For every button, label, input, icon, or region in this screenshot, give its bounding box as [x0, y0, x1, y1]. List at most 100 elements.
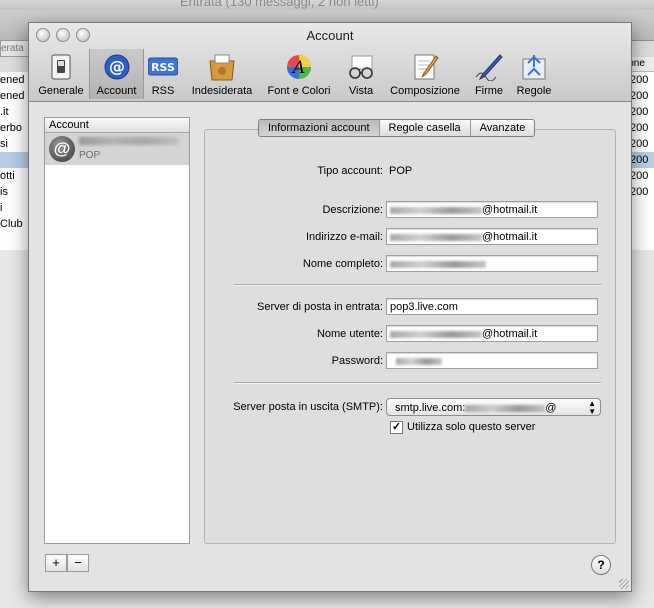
list-item[interactable]: 200 [630, 72, 654, 88]
toolbar-item-generale[interactable]: Generale [34, 49, 88, 99]
toolbar-label: Font e Colori [267, 85, 331, 97]
smtp-value: smtp.live.com: [395, 402, 466, 414]
junk-mail-icon [209, 54, 235, 81]
email-field[interactable]: @hotmail.it [386, 228, 598, 245]
tab-bar: Informazioni account Regole casella Avan… [258, 119, 536, 137]
rules-icon [522, 55, 546, 80]
redacted-text [390, 330, 482, 338]
list-item[interactable]: ened [0, 88, 28, 104]
tab-regole-casella[interactable]: Regole casella [380, 120, 471, 136]
svg-text:@: @ [109, 57, 125, 76]
nome-utente-label: Nome utente: [316, 328, 383, 340]
list-item[interactable]: si [0, 136, 28, 152]
at-sign-icon: @ [104, 54, 129, 80]
toolbar-label: Vista [348, 85, 374, 97]
window-title: Account [306, 28, 354, 43]
list-item[interactable]: erbo [0, 120, 28, 136]
toolbar-label: Account [96, 85, 137, 97]
toolbar-item-font-colori[interactable]: A Font e Colori [261, 49, 337, 99]
list-item[interactable]: is [0, 184, 28, 200]
account-list-header: Account [45, 118, 189, 133]
svg-text:A: A [291, 58, 305, 78]
list-item[interactable]: 200 [630, 136, 654, 152]
compose-icon [414, 54, 439, 80]
glasses-icon [349, 55, 373, 79]
add-account-button[interactable]: + [45, 554, 67, 572]
tab-avanzate[interactable]: Avanzate [471, 120, 535, 136]
toolbar-item-vista[interactable]: Vista [339, 49, 383, 99]
account-type: POP [79, 150, 101, 161]
toolbar-label: Indesiderata [191, 85, 253, 97]
redacted-text [390, 260, 486, 268]
redacted-text [390, 206, 482, 214]
separator [234, 284, 601, 286]
remove-account-button[interactable]: − [67, 554, 89, 572]
toolbar-label: Regole [516, 85, 552, 97]
toolbar-item-firme[interactable]: Firme [467, 49, 511, 99]
server-entrata-field[interactable]: pop3.live.com [386, 298, 598, 315]
list-item[interactable]: otti [0, 168, 28, 184]
toolbar-item-rss[interactable]: RSS RSS [143, 49, 183, 99]
background-tab[interactable]: erata [0, 40, 30, 57]
smtp-server-popup[interactable]: smtp.live.com: @ ▲ ▼ [386, 398, 601, 416]
email-label: Indirizzo e-mail: [305, 231, 383, 243]
utilizza-solo-server-checkbox[interactable]: ✓ [390, 421, 403, 434]
resize-grip-icon[interactable] [619, 579, 629, 589]
smtp-label: Server posta in uscita (SMTP): [233, 401, 383, 413]
tipo-account-value: POP [389, 165, 413, 177]
tipo-account-label: Tipo account: [317, 165, 383, 177]
svg-text:RSS: RSS [151, 61, 175, 74]
toolbar-item-indesiderata[interactable]: Indesiderata [185, 49, 259, 99]
list-item[interactable]: 200 [630, 168, 654, 184]
list-item[interactable]: 200 [630, 104, 654, 120]
toolbar-item-composizione[interactable]: Composizione [385, 49, 465, 99]
descrizione-field[interactable]: @hotmail.it [386, 201, 598, 218]
descrizione-value: @hotmail.it [482, 204, 538, 216]
list-item-selected[interactable] [0, 152, 28, 168]
background-message-list: ened ened .it erbo si otti is i Club [0, 72, 28, 250]
account-name-redacted [79, 137, 179, 145]
list-item[interactable]: Club [0, 216, 28, 232]
list-item[interactable]: ened [0, 72, 28, 88]
smtp-suffix: @ [545, 402, 557, 414]
account-at-icon: @ [49, 136, 75, 162]
redacted-text [465, 404, 546, 412]
list-item[interactable]: .it [0, 104, 28, 120]
password-field[interactable] [386, 352, 598, 369]
switch-icon [51, 54, 71, 80]
toolbar-label: Generale [38, 85, 84, 97]
list-item[interactable]: 200 [630, 120, 654, 136]
preferences-toolbar: Account Generale @ Account RSS RSS Indes… [29, 23, 631, 102]
rss-icon: RSS [148, 57, 178, 76]
font-colors-icon: A [287, 55, 311, 79]
server-entrata-label: Server di posta in entrata: [257, 301, 383, 313]
preferences-window: Account Generale @ Account RSS RSS Indes… [28, 22, 632, 592]
toolbar-label: Firme [474, 85, 504, 97]
nome-completo-label: Nome completo: [302, 258, 383, 270]
redacted-password [396, 357, 442, 365]
list-item[interactable]: 200 [630, 184, 654, 200]
utilizza-solo-server-label: Utilizza solo questo server [407, 421, 536, 433]
tab-informazioni-account[interactable]: Informazioni account [259, 120, 380, 136]
toolbar-item-regole[interactable]: Regole [511, 49, 557, 99]
email-value: @hotmail.it [482, 231, 538, 243]
password-label: Password: [331, 355, 383, 367]
list-item-selected[interactable]: 200 [630, 152, 654, 168]
list-item[interactable]: 200 [630, 88, 654, 104]
background-window-title: Entrata (130 messaggi, 2 non letti) [180, 0, 379, 9]
popup-arrows-icon: ▲ ▼ [588, 399, 596, 416]
redacted-text [390, 233, 482, 241]
account-list[interactable]: Account @ POP [44, 117, 190, 544]
signature-pen-icon [475, 54, 503, 81]
descrizione-label: Descrizione: [322, 204, 383, 216]
toolbar-item-account[interactable]: @ Account [89, 49, 144, 99]
help-button[interactable]: ? [591, 555, 611, 575]
toolbar-label: RSS [151, 85, 175, 97]
toolbar-label: Composizione [390, 85, 460, 97]
list-item[interactable]: i [0, 200, 28, 216]
account-list-item[interactable]: @ POP [45, 133, 189, 165]
nome-utente-field[interactable]: @hotmail.it [386, 325, 598, 342]
nome-completo-field[interactable] [386, 255, 598, 272]
separator [234, 382, 601, 384]
background-date-column: 200 200 200 200 200 200 200 200 [630, 72, 654, 250]
